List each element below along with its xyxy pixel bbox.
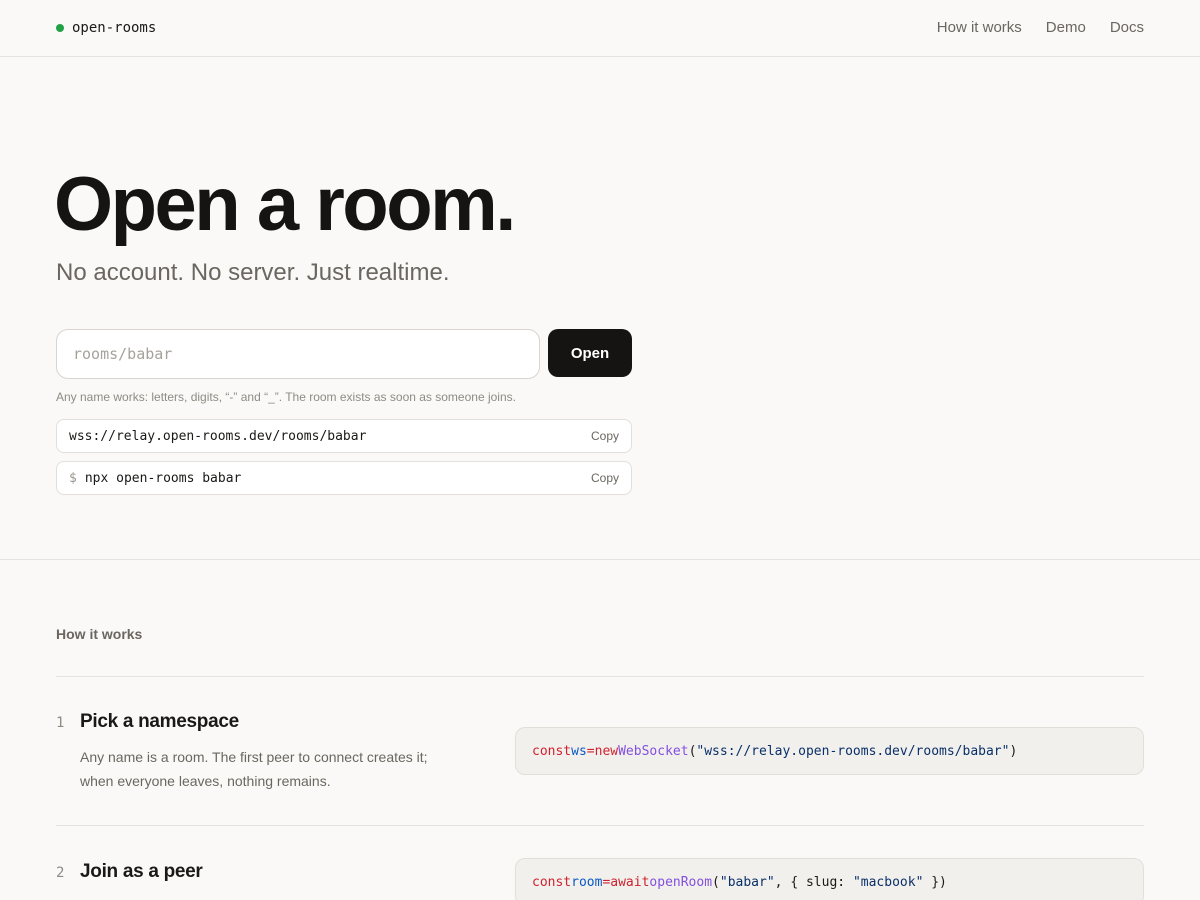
step-description: Any name is a room. The first peer to co… (80, 749, 428, 789)
nav-demo[interactable]: Demo (1046, 19, 1086, 36)
code-function: openRoom (649, 874, 713, 890)
code-string: "babar" (719, 874, 775, 890)
code-function: WebSocket (618, 743, 689, 759)
code-punct: }) (923, 874, 947, 890)
code-keyword: const (532, 874, 572, 890)
code-variable: room (571, 874, 603, 890)
brand-name: open-rooms (72, 20, 157, 36)
relay-url-box: wss://relay.open-rooms.dev/rooms/babar C… (56, 419, 632, 453)
code-snippet: const ws = new WebSocket("wss://relay.op… (515, 727, 1144, 775)
section-divider (0, 559, 1200, 560)
nav-how-it-works[interactable]: How it works (937, 19, 1022, 36)
code-variable: ws (571, 743, 587, 759)
code-operator: = (586, 743, 595, 759)
code-operator: = (602, 874, 611, 890)
relay-url: wss://relay.open-rooms.dev/rooms/babar (69, 428, 367, 444)
shell-prompt: $ (69, 470, 77, 486)
hero-subtitle: No account. No server. Just realtime. (56, 259, 450, 286)
brand[interactable]: open-rooms (56, 19, 156, 37)
status-dot-icon (56, 24, 64, 32)
cli-command: npx open-rooms babar (84, 470, 242, 486)
step-title: Pick a namespace (80, 711, 239, 732)
main-nav: How it works Demo Docs (937, 19, 1144, 36)
code-keyword: const (532, 743, 572, 759)
code-keyword: new (594, 743, 619, 759)
code-punct: ) (1009, 743, 1018, 759)
top-bar: open-rooms How it works Demo Docs (0, 0, 1200, 57)
cli-command-box: $ npx open-rooms babar Copy (56, 461, 632, 495)
open-room-button[interactable]: Open (548, 329, 632, 377)
how-it-works-heading: How it works (56, 626, 143, 642)
divider (56, 825, 1144, 826)
copy-url-button[interactable]: Copy (591, 429, 619, 443)
code-punct: ( (712, 874, 720, 890)
room-name-hint: Any name works: letters, digits, “-” and… (56, 390, 516, 404)
code-string: "wss://relay.open-rooms.dev/rooms/babar" (696, 743, 1010, 759)
code-snippet: const room = await openRoom("babar", { s… (515, 858, 1144, 900)
step-number: 1 (56, 715, 65, 731)
copy-command-button[interactable]: Copy (591, 471, 619, 485)
code-string: "macbook" (852, 874, 924, 890)
hero-title: Open a room. (54, 162, 516, 247)
room-name-input[interactable] (56, 329, 540, 379)
nav-docs[interactable]: Docs (1110, 19, 1144, 36)
step-title: Join as a peer (80, 861, 203, 882)
divider (56, 676, 1144, 677)
code-punct: ( (688, 743, 697, 759)
step-number: 2 (56, 865, 65, 881)
code-punct: , { slug: (774, 874, 853, 890)
code-keyword: await (610, 874, 650, 890)
